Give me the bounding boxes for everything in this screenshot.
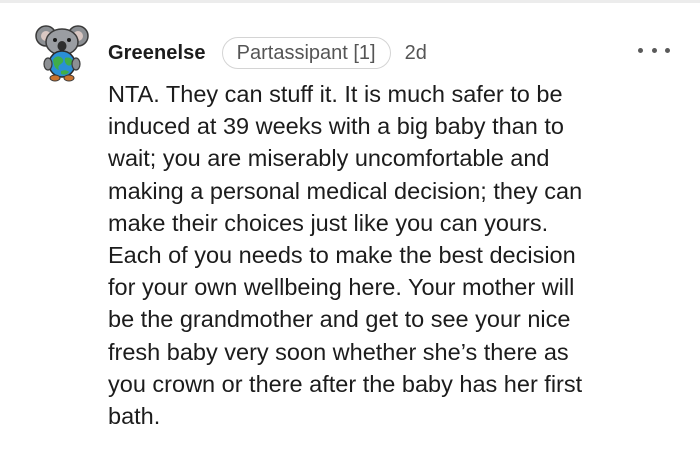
dot — [638, 47, 643, 53]
comment: Greenelse Partassipant [1] 2d NTA. They … — [0, 0, 700, 455]
dot — [665, 47, 670, 53]
comment-header: Greenelse Partassipant [1] 2d — [108, 36, 427, 70]
user-flair: Partassipant [1] — [221, 37, 391, 69]
dot — [651, 47, 657, 53]
koala-avatar-icon[interactable] — [34, 22, 90, 82]
comment-body: NTA. They can stuff it. It is much safer… — [108, 81, 583, 430]
comment-age[interactable]: 2d — [405, 42, 427, 65]
username[interactable]: Greenelse — [108, 42, 206, 65]
more-options-icon[interactable] — [638, 42, 670, 58]
